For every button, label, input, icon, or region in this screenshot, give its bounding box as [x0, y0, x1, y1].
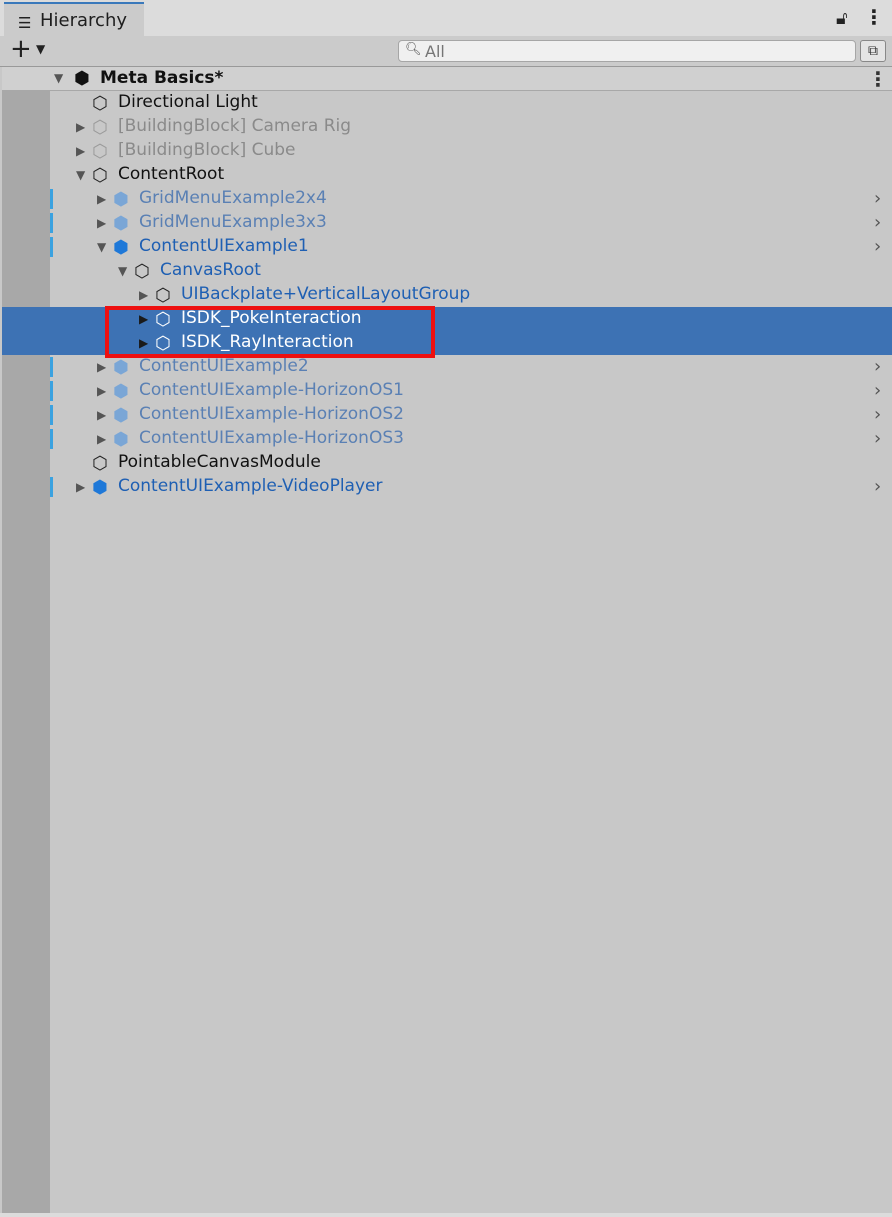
- gameobject-icon: ⬡: [134, 261, 150, 282]
- lock-icon[interactable]: 🔓︎: [836, 8, 848, 29]
- caret-down-icon[interactable]: ▼: [118, 264, 127, 278]
- row-label: Directional Light: [118, 92, 258, 112]
- hierarchy-row[interactable]: ▶ ⬢ ContentUIExample-HorizonOS2 ›: [2, 403, 892, 427]
- gameobject-icon: ⬡: [92, 141, 108, 162]
- row-label: GridMenuExample2x4: [139, 188, 327, 208]
- hierarchy-toolbar: + ▼ 🔍︎ ⧉: [0, 34, 892, 67]
- hierarchy-row[interactable]: ▶ ⬢ ContentUIExample2 ›: [2, 355, 892, 379]
- scene-more-options-icon[interactable]: ⋮: [868, 67, 888, 91]
- prefab-icon: ⬢: [113, 189, 129, 210]
- caret-right-icon[interactable]: ▶: [139, 288, 148, 302]
- chevron-right-icon[interactable]: ›: [874, 380, 881, 401]
- gameobject-icon: ⬡: [155, 285, 171, 306]
- hierarchy-row[interactable]: ▼ ⬡ CanvasRoot: [2, 259, 892, 283]
- chevron-right-icon[interactable]: ›: [874, 236, 881, 257]
- prefab-override-stripe: [50, 381, 53, 401]
- caret-right-icon[interactable]: ▶: [97, 408, 106, 422]
- hierarchy-row[interactable]: ▼ ⬡ ContentRoot: [2, 163, 892, 187]
- prefab-icon: ⬢: [113, 237, 129, 258]
- prefab-icon: ⬢: [113, 357, 129, 378]
- row-label: ContentUIExample-HorizonOS3: [139, 428, 404, 448]
- caret-right-icon[interactable]: ▶: [97, 216, 106, 230]
- caret-right-icon[interactable]: ▶: [97, 432, 106, 446]
- prefab-icon: ⬢: [113, 429, 129, 450]
- prefab-override-stripe: [50, 189, 53, 209]
- prefab-override-stripe: [50, 405, 53, 425]
- chevron-right-icon[interactable]: ›: [874, 356, 881, 377]
- hierarchy-row[interactable]: ▶ ⬡ UIBackplate+VerticalLayoutGroup: [2, 283, 892, 307]
- prefab-override-stripe: [50, 357, 53, 377]
- prefab-icon: ⬢: [92, 477, 108, 498]
- hierarchy-row[interactable]: ▶ ⬢ ContentUIExample-HorizonOS1 ›: [2, 379, 892, 403]
- caret-down-icon[interactable]: ▼: [54, 71, 63, 85]
- hierarchy-row[interactable]: ▶ ⬢ ContentUIExample-VideoPlayer ›: [2, 475, 892, 499]
- hierarchy-row[interactable]: ▶ ⬢ ContentUIExample-HorizonOS3 ›: [2, 427, 892, 451]
- chevron-right-icon[interactable]: ›: [874, 476, 881, 497]
- caret-right-icon[interactable]: ▶: [97, 360, 106, 374]
- caret-right-icon[interactable]: ▶: [97, 384, 106, 398]
- prefab-override-stripe: [50, 429, 53, 449]
- prefab-icon: ⬢: [113, 405, 129, 426]
- hierarchy-row[interactable]: ▶ ⬢ GridMenuExample3x3 ›: [2, 211, 892, 235]
- hierarchy-row[interactable]: ⬡ Directional Light: [2, 91, 892, 115]
- prefab-override-stripe: [50, 237, 53, 257]
- row-label: [BuildingBlock] Camera Rig: [118, 116, 352, 136]
- row-label: CanvasRoot: [160, 260, 261, 280]
- prefab-override-stripe: [50, 477, 53, 497]
- caret-down-icon[interactable]: ▼: [97, 240, 106, 254]
- row-label: [BuildingBlock] Cube: [118, 140, 296, 160]
- chevron-right-icon[interactable]: ›: [874, 428, 881, 449]
- row-label: GridMenuExample3x3: [139, 212, 327, 232]
- row-label: ContentRoot: [118, 164, 225, 184]
- search-icon: 🔍︎: [405, 42, 422, 57]
- prefab-override-stripe: [50, 213, 53, 233]
- hierarchy-row[interactable]: ▶ ⬢ GridMenuExample2x4 ›: [2, 187, 892, 211]
- prefab-icon: ⬢: [113, 213, 129, 234]
- scene-name: Meta Basics*: [100, 68, 224, 88]
- caret-right-icon[interactable]: ▶: [97, 192, 106, 206]
- hierarchy-row[interactable]: ▶ ⬡ [BuildingBlock] Cube: [2, 139, 892, 163]
- tab-bar: ☰ Hierarchy 🔓︎ ⋮: [0, 0, 892, 36]
- row-label: ContentUIExample-HorizonOS1: [139, 380, 404, 400]
- tab-label: Hierarchy: [40, 10, 128, 31]
- chevron-right-icon[interactable]: ›: [874, 188, 881, 209]
- row-label: ContentUIExample1: [139, 236, 309, 256]
- hierarchy-row[interactable]: ▶ ⬡ [BuildingBlock] Camera Rig: [2, 115, 892, 139]
- panel-bottom-edge: [0, 1213, 892, 1217]
- caret-right-icon[interactable]: ▶: [76, 480, 85, 494]
- add-button[interactable]: +: [10, 34, 32, 64]
- row-label: PointableCanvasModule: [118, 452, 321, 472]
- prefab-icon: ⬢: [113, 381, 129, 402]
- annotation-highlight-box: [105, 306, 435, 358]
- chevron-down-icon[interactable]: ▼: [36, 42, 45, 56]
- hierarchy-row[interactable]: ▼ ⬢ ContentUIExample1 ›: [2, 235, 892, 259]
- chevron-right-icon[interactable]: ›: [874, 212, 881, 233]
- tab-hierarchy[interactable]: ☰ Hierarchy: [4, 2, 144, 36]
- row-label: ContentUIExample-HorizonOS2: [139, 404, 404, 424]
- row-label: ContentUIExample2: [139, 356, 309, 376]
- caret-down-icon[interactable]: ▼: [76, 168, 85, 182]
- hierarchy-row[interactable]: ⬡ PointableCanvasModule: [2, 451, 892, 475]
- caret-right-icon[interactable]: ▶: [76, 120, 85, 134]
- list-icon: ☰: [18, 14, 32, 32]
- search-input[interactable]: [425, 42, 845, 60]
- row-label: ContentUIExample-VideoPlayer: [118, 476, 383, 496]
- more-options-icon[interactable]: ⋮: [864, 5, 884, 29]
- scene-visibility-button[interactable]: ⧉: [860, 40, 886, 62]
- unity-scene-icon: ⬢: [74, 68, 90, 89]
- caret-right-icon[interactable]: ▶: [76, 144, 85, 158]
- gameobject-icon: ⬡: [92, 453, 108, 474]
- chevron-right-icon[interactable]: ›: [874, 404, 881, 425]
- gameobject-icon: ⬡: [92, 165, 108, 186]
- gameobject-icon: ⬡: [92, 117, 108, 138]
- scene-header[interactable]: ▼ ⬢ Meta Basics* ⋮: [2, 67, 892, 91]
- gameobject-icon: ⬡: [92, 93, 108, 114]
- search-field[interactable]: 🔍︎: [398, 40, 856, 62]
- row-label: UIBackplate+VerticalLayoutGroup: [181, 284, 471, 304]
